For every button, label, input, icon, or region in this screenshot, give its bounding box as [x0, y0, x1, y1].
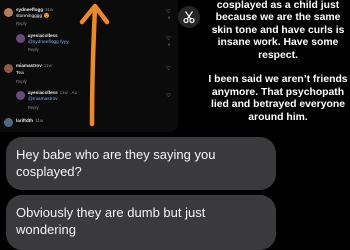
- chat-message[interactable]: Hey babe who are they saying you cosplay…: [6, 137, 276, 190]
- scissors-icon: [178, 6, 200, 28]
- chat-message[interactable]: Obviously they are dumb but just wonderi…: [6, 195, 276, 250]
- arrow-annotation: [79, 3, 110, 127]
- story-caption: cosplayed as a child just because we are…: [208, 0, 348, 123]
- comments-screenshot: sydneeflogg 11w stunningggg 😍 Reply ♡ 9 a…: [0, 0, 178, 132]
- arrow-shaft: [89, 5, 98, 127]
